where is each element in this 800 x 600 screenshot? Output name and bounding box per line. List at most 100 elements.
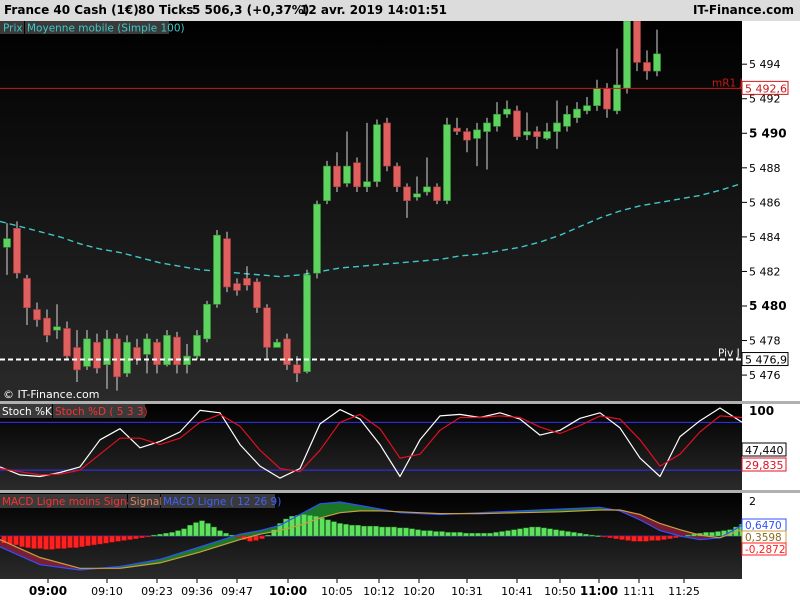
time-tick-label: 11:25 <box>668 585 700 598</box>
candle-bullish <box>203 303 211 340</box>
candle-bullish <box>623 20 631 89</box>
macd-hist-bar-positive <box>169 532 175 537</box>
macd-hist-bar-positive <box>559 530 565 537</box>
macd-hist-bar-negative <box>49 535 55 550</box>
candle-bullish <box>473 129 481 139</box>
last-price: 5 506,3 (+0,37%) <box>192 3 310 17</box>
signal-readout: 0,3598 <box>745 532 782 544</box>
time-tick-label: 10:41 <box>501 585 533 598</box>
macd-hist-bar-positive <box>565 531 571 537</box>
tick-interval: 80 Ticks <box>138 3 194 17</box>
macd-hist-bar-positive <box>523 527 529 537</box>
candle-bullish <box>653 53 661 72</box>
legend-signal: Signal <box>130 496 162 508</box>
macd-hist-bar-negative <box>103 535 109 544</box>
macd-hist-bar-positive <box>319 517 325 537</box>
macd-hist-bar-negative <box>253 535 259 541</box>
candle-bullish <box>563 113 571 127</box>
macd-hist-bar-negative <box>235 535 241 538</box>
candle-bearish <box>533 131 541 138</box>
macd-hist-bar-negative <box>607 535 613 538</box>
candle-bearish <box>333 165 341 188</box>
candle-bearish <box>33 309 41 321</box>
candle-bearish <box>93 341 101 369</box>
price-legend: Prix Moyenne mobile (Simple 100) <box>0 21 185 35</box>
macd-hist-bar-positive <box>337 523 343 537</box>
macd-hist-bar-positive <box>415 529 421 537</box>
macd-hist-bar-positive <box>265 534 271 537</box>
title-bar: France 40 Cash (1€) 80 Ticks 5 506,3 (+0… <box>0 0 800 21</box>
macd-hist-bar-positive <box>217 530 223 537</box>
macd-hist-bar-positive <box>451 532 457 537</box>
macd-hist-bar-positive <box>163 533 169 537</box>
candle-bullish <box>343 165 351 184</box>
legend-moving-average: Moyenne mobile (Simple 100) <box>27 23 185 35</box>
macd-hist-bar-positive <box>481 533 487 537</box>
macd-hist-bar-positive <box>439 531 445 537</box>
candle-bearish <box>353 162 361 188</box>
macd-hist-bar-positive <box>175 530 181 537</box>
candle-bullish <box>423 186 431 193</box>
candle-bearish <box>633 20 641 63</box>
price-panel[interactable]: mR1 J Piv J <box>0 20 743 401</box>
candle-bullish <box>413 193 421 198</box>
candle-bearish <box>43 317 51 336</box>
macd-hist-bar-negative <box>601 535 607 538</box>
macd-hist-bar-negative <box>667 535 673 539</box>
macd-legend: MACD Ligne moins Signal Signal MACD Lign… <box>0 494 281 508</box>
macd-hist-bar-positive <box>331 521 337 537</box>
legend-prix: Prix <box>3 23 23 35</box>
legend-stoch-d: Stoch %D ( 5 3 3) <box>55 406 148 418</box>
macd-hist-bar-negative <box>661 535 667 540</box>
macd-hist-bar-positive <box>367 525 373 537</box>
macd-hist-bar-positive <box>475 533 481 537</box>
macd-hist-bar-negative <box>79 535 85 547</box>
chart-canvas: mR1 J Piv J 5 476 5 478 5 480 5 482 5 484 5 48… <box>0 20 800 600</box>
candle-bearish <box>13 227 21 274</box>
candle-bearish <box>643 62 651 72</box>
macd-hist-bar-positive <box>571 532 577 537</box>
macd-hist-bar-positive <box>199 520 205 537</box>
candle-bullish <box>483 122 491 132</box>
macd-hist-bar-positive <box>361 525 367 537</box>
candle-bearish <box>513 110 521 138</box>
time-tick-label: 09:23 <box>141 585 173 598</box>
price-tick-label: 5 488 <box>749 162 781 175</box>
macd-hist-bar-positive <box>385 526 391 537</box>
candle-bearish <box>603 88 611 110</box>
macd-hist-bar-negative <box>73 535 79 548</box>
pivot-value: 5 476,9 <box>745 354 787 367</box>
candle-bearish <box>253 281 261 309</box>
macd-hist-bar-positive <box>487 533 493 537</box>
candle-bullish <box>593 88 601 106</box>
legend-macd-hist: MACD Ligne moins Signal <box>2 496 136 508</box>
price-tick-label: 5 482 <box>749 265 781 278</box>
legend-macd-line: MACD Ligne ( 12 26 9) <box>163 496 281 508</box>
candle-bearish <box>173 336 181 366</box>
candle-bearish <box>293 364 301 374</box>
resistance-label: mR1 J <box>712 77 743 89</box>
time-tick-label: 10:50 <box>544 585 576 598</box>
macd-hist-bar-negative <box>55 535 61 549</box>
candle-bullish <box>573 108 581 119</box>
macd-hist-bar-positive <box>193 522 199 537</box>
macd-hist-bar-negative <box>139 535 145 538</box>
macd-hist-bar-positive <box>397 527 403 537</box>
macd-hist-bar-positive <box>499 531 505 537</box>
macd-hist-bar-positive <box>271 529 277 537</box>
macd-hist-bar-positive <box>457 532 463 537</box>
candle-bearish <box>463 131 471 141</box>
candle-bearish <box>133 347 141 360</box>
macd-hist-bar-positive <box>409 528 415 537</box>
time-tick-label: 09:47 <box>221 585 253 598</box>
macd-hist-bar-positive <box>547 528 553 537</box>
macd-hist-bar-negative <box>649 535 655 541</box>
macd-hist-bar-positive <box>595 535 601 537</box>
stoch-k-readout: 47,440 <box>745 444 784 457</box>
macd-hist-bar-negative <box>109 535 115 543</box>
candle-bullish <box>273 341 281 348</box>
macd-hist-bar-positive <box>211 526 217 537</box>
macd-hist-bar-positive <box>355 525 361 537</box>
macd-hist-bar-negative <box>13 535 19 546</box>
candle-bearish <box>403 186 411 201</box>
